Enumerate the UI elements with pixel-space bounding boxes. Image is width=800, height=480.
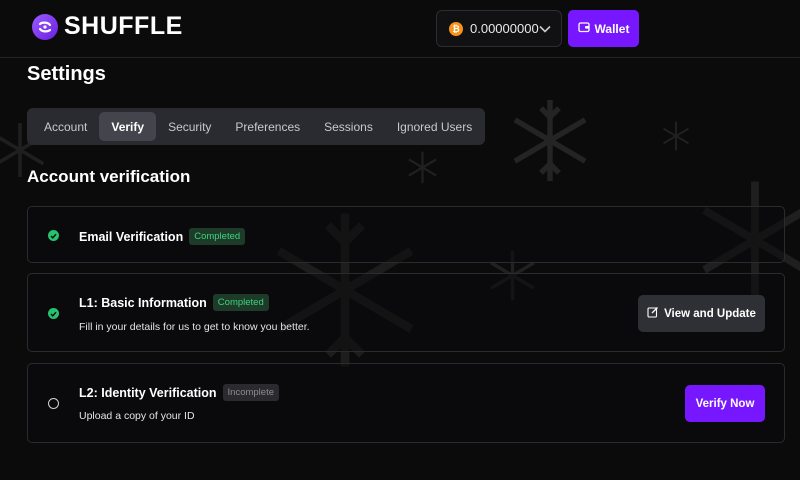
wallet-icon xyxy=(577,21,590,36)
verification-description: Upload a copy of your ID xyxy=(79,410,195,422)
chevron-down-icon xyxy=(539,20,551,38)
section-title: Account verification xyxy=(27,167,191,186)
verification-title: L1: Basic Information xyxy=(79,295,207,310)
verify-now-button[interactable]: Verify Now xyxy=(685,385,765,422)
snowflake-icon xyxy=(405,150,440,185)
balance-value: 0.00000000 xyxy=(470,21,539,36)
settings-tabs: Account Verify Security Preferences Sess… xyxy=(27,108,485,145)
verification-row-title: L2: Identity Verification Incomplete xyxy=(79,384,280,401)
verification-card-identity: L2: Identity Verification Incomplete Upl… xyxy=(27,363,785,443)
brand-logo[interactable]: SHUFFLE xyxy=(32,12,183,41)
verification-title: L2: Identity Verification xyxy=(79,385,217,400)
wallet-button[interactable]: Wallet xyxy=(568,10,639,47)
tab-account[interactable]: Account xyxy=(32,112,99,141)
top-bar: SHUFFLE ₿ 0.00000000 Wallet xyxy=(0,0,800,58)
status-badge: Completed xyxy=(189,228,246,245)
verification-description: Fill in your details for us to get to kn… xyxy=(79,321,310,333)
empty-circle-icon xyxy=(48,398,59,409)
check-circle-icon xyxy=(48,230,59,241)
view-and-update-button[interactable]: View and Update xyxy=(638,295,765,332)
shuffle-logo-icon xyxy=(32,13,58,40)
check-circle-icon xyxy=(48,308,59,319)
tab-verify[interactable]: Verify xyxy=(99,112,157,141)
balance-selector[interactable]: ₿ 0.00000000 xyxy=(436,10,562,47)
verification-card-basic-information: L1: Basic Information Completed Fill in … xyxy=(27,273,785,352)
verification-title: Email Verification xyxy=(79,229,184,244)
edit-icon xyxy=(647,306,659,321)
tab-security[interactable]: Security xyxy=(156,112,223,141)
bitcoin-icon: ₿ xyxy=(449,21,463,36)
snowflake-icon xyxy=(660,120,692,152)
snowflake-icon xyxy=(505,88,595,193)
page-title: Settings xyxy=(27,63,106,85)
tab-preferences[interactable]: Preferences xyxy=(223,112,312,141)
view-and-update-label: View and Update xyxy=(664,307,756,320)
status-badge: Completed xyxy=(212,294,269,311)
status-badge: Incomplete xyxy=(222,384,280,401)
tab-ignored-users[interactable]: Ignored Users xyxy=(385,112,484,141)
tab-sessions[interactable]: Sessions xyxy=(312,112,385,141)
settings-page: SHUFFLE ₿ 0.00000000 Wallet Settings Acc… xyxy=(0,0,800,480)
brand-name: SHUFFLE xyxy=(64,12,183,40)
wallet-label: Wallet xyxy=(594,21,630,36)
verification-row-title: Email Verification Completed xyxy=(79,228,246,245)
verification-row-title: L1: Basic Information Completed xyxy=(79,294,269,311)
verification-card-email: Email Verification Completed xyxy=(27,206,785,263)
